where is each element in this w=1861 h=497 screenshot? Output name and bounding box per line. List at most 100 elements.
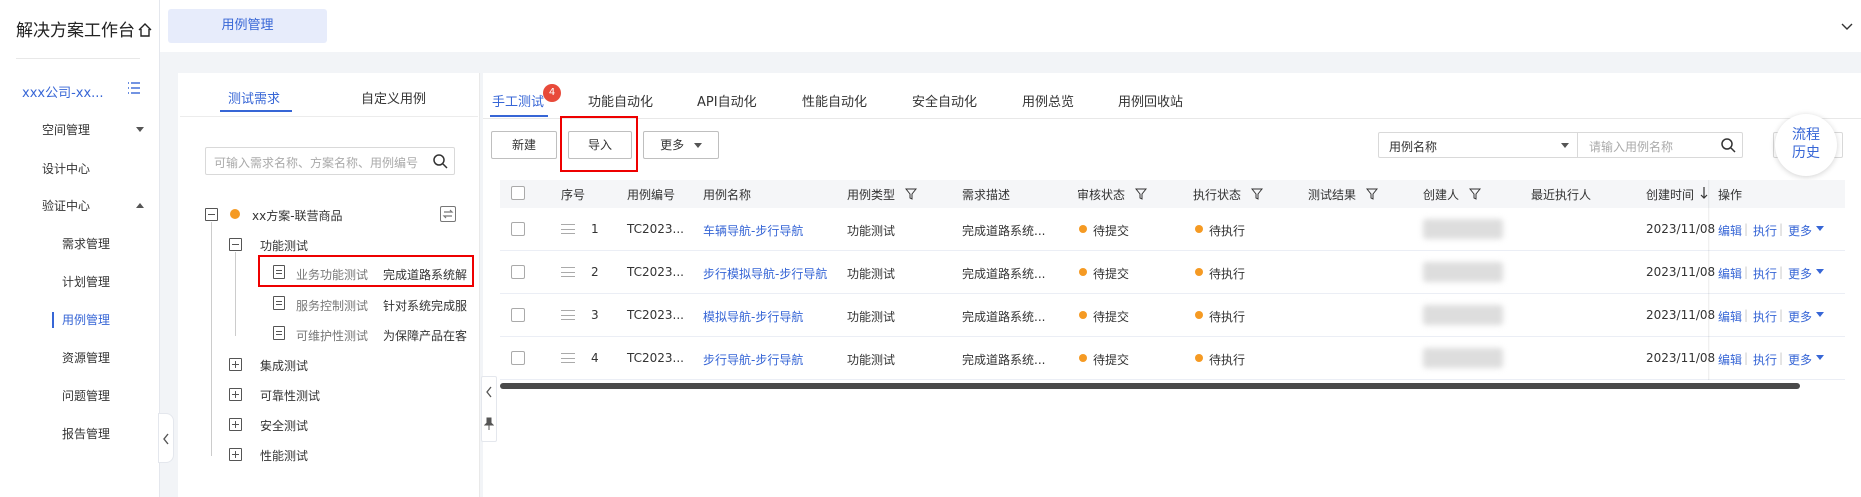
tree-leaf-name[interactable]: 服务控制测试 (296, 297, 368, 314)
home-icon[interactable] (137, 22, 153, 38)
nav-issues[interactable]: 问题管理 (62, 387, 110, 404)
expand-icon[interactable] (229, 388, 242, 401)
nav-verify[interactable]: 验证中心 (42, 197, 90, 214)
case-type: 功能测试 (847, 310, 896, 324)
tree-node[interactable]: 性能测试 (260, 447, 308, 464)
caret-down-icon[interactable] (1816, 312, 1824, 318)
tree-node[interactable]: 集成测试 (260, 357, 308, 374)
nav-resources[interactable]: 资源管理 (62, 349, 110, 366)
tree-node-functional[interactable]: 功能测试 (260, 237, 308, 254)
edit-link[interactable]: 编辑 (1718, 222, 1742, 239)
creator-redacted (1423, 262, 1503, 282)
nav-plans[interactable]: 计划管理 (62, 273, 110, 290)
drag-handle-icon[interactable] (561, 267, 575, 277)
tab-recycle-bin[interactable]: 用例回收站 (1118, 91, 1183, 110)
row-checkbox[interactable] (511, 308, 525, 322)
tab-manual-test[interactable]: 手工测试 (492, 91, 544, 110)
flow-history-button[interactable]: 流程 历史 (1775, 114, 1837, 176)
filter-icon[interactable] (1135, 188, 1147, 200)
edit-link[interactable]: 编辑 (1718, 351, 1742, 368)
filter-icon[interactable] (905, 188, 917, 200)
nav-design[interactable]: 设计中心 (42, 160, 90, 177)
list-icon[interactable] (126, 80, 142, 96)
chevron-down-icon[interactable] (136, 127, 144, 132)
drag-handle-icon[interactable] (561, 353, 575, 363)
divider (483, 118, 1861, 119)
requirement-desc: 完成道路系统... (962, 310, 1046, 324)
document-icon (273, 296, 285, 310)
case-name-link[interactable]: 步行导航-步行导航 (703, 351, 803, 368)
tab-case-management[interactable]: 用例管理 (168, 9, 327, 43)
case-name-link[interactable]: 模拟导航-步行导航 (703, 308, 803, 325)
nav-requirements[interactable]: 需求管理 (62, 235, 110, 252)
row-checkbox[interactable] (511, 351, 525, 365)
edit-link[interactable]: 编辑 (1718, 308, 1742, 325)
more-button[interactable]: 更多 (643, 131, 719, 159)
swap-icon[interactable] (440, 206, 456, 222)
search-icon[interactable] (1720, 137, 1736, 153)
highlight-box (560, 116, 638, 172)
drag-handle-icon[interactable] (561, 310, 575, 320)
filter-icon[interactable] (1366, 188, 1378, 200)
run-link[interactable]: 执行 (1753, 351, 1777, 368)
case-name-link[interactable]: 车辆导航-步行导航 (703, 222, 803, 239)
filter-icon[interactable] (1469, 188, 1481, 200)
panel-toggle-button[interactable] (481, 376, 497, 442)
tab-custom-cases[interactable]: 自定义用例 (361, 88, 426, 107)
more-link[interactable]: 更多 (1788, 351, 1812, 368)
edit-link[interactable]: 编辑 (1718, 265, 1742, 282)
row-number: 2 (591, 265, 599, 279)
nav-cases[interactable]: 用例管理 (62, 311, 110, 328)
collapse-icon[interactable] (229, 238, 242, 251)
tab-api-auto[interactable]: API自动化 (697, 91, 757, 110)
row-checkbox[interactable] (511, 265, 525, 279)
nav-reports[interactable]: 报告管理 (62, 425, 110, 442)
tree-node[interactable]: 安全测试 (260, 417, 308, 434)
run-link[interactable]: 执行 (1753, 222, 1777, 239)
tab-func-auto[interactable]: 功能自动化 (588, 91, 653, 110)
collapse-icon[interactable] (205, 208, 218, 221)
expand-icon[interactable] (229, 448, 242, 461)
search-icon[interactable] (432, 153, 448, 169)
drag-handle-icon[interactable] (561, 224, 575, 234)
top-bar (160, 0, 1861, 52)
tree-node[interactable]: 可靠性测试 (260, 387, 320, 404)
exec-status: 待执行 (1209, 353, 1246, 367)
pin-icon (484, 417, 494, 430)
tab-security-auto[interactable]: 安全自动化 (912, 91, 977, 110)
sidebar-collapse-button[interactable] (158, 413, 174, 463)
new-button[interactable]: 新建 (491, 131, 557, 159)
requirement-search-input[interactable]: 可输入需求名称、方案名称、用例编号 (205, 147, 455, 175)
tree-root[interactable]: xx方案-联营商品 (252, 207, 343, 224)
review-status: 待提交 (1093, 267, 1130, 281)
org-selector[interactable]: xxx公司-xx... (22, 82, 104, 101)
expand-icon[interactable] (229, 418, 242, 431)
more-link[interactable]: 更多 (1788, 222, 1812, 239)
caret-down-icon[interactable] (1816, 269, 1824, 275)
caret-down-icon[interactable] (1816, 226, 1824, 232)
select-all-checkbox[interactable] (511, 186, 525, 200)
case-search-input[interactable]: 请输入用例名称 (1577, 132, 1743, 158)
expand-icon[interactable] (229, 358, 242, 371)
case-name-link[interactable]: 步行模拟导航-步行导航 (703, 265, 827, 282)
tab-overview[interactable]: 用例总览 (1022, 91, 1074, 110)
run-link[interactable]: 执行 (1753, 308, 1777, 325)
chevron-up-icon[interactable] (136, 203, 144, 208)
tab-perf-auto[interactable]: 性能自动化 (802, 91, 867, 110)
caret-down-icon[interactable] (1816, 355, 1824, 361)
nav-space[interactable]: 空间管理 (42, 121, 90, 138)
case-id: TC2023... (627, 308, 684, 322)
row-checkbox[interactable] (511, 222, 525, 236)
more-link[interactable]: 更多 (1788, 265, 1812, 282)
sort-icon[interactable] (1700, 186, 1708, 200)
tab-test-requirements[interactable]: 测试需求 (228, 88, 280, 107)
run-link[interactable]: 执行 (1753, 265, 1777, 282)
filter-field-select[interactable]: 用例名称 (1378, 132, 1578, 158)
filter-icon[interactable] (1251, 188, 1263, 200)
horizontal-scrollbar[interactable] (500, 383, 1800, 389)
chevron-down-icon[interactable] (1841, 20, 1853, 32)
search-placeholder: 可输入需求名称、方案名称、用例编号 (214, 156, 419, 170)
tree-leaf-name[interactable]: 可维护性测试 (296, 327, 368, 344)
create-time: 2023/11/08 (1646, 222, 1716, 236)
more-link[interactable]: 更多 (1788, 308, 1812, 325)
